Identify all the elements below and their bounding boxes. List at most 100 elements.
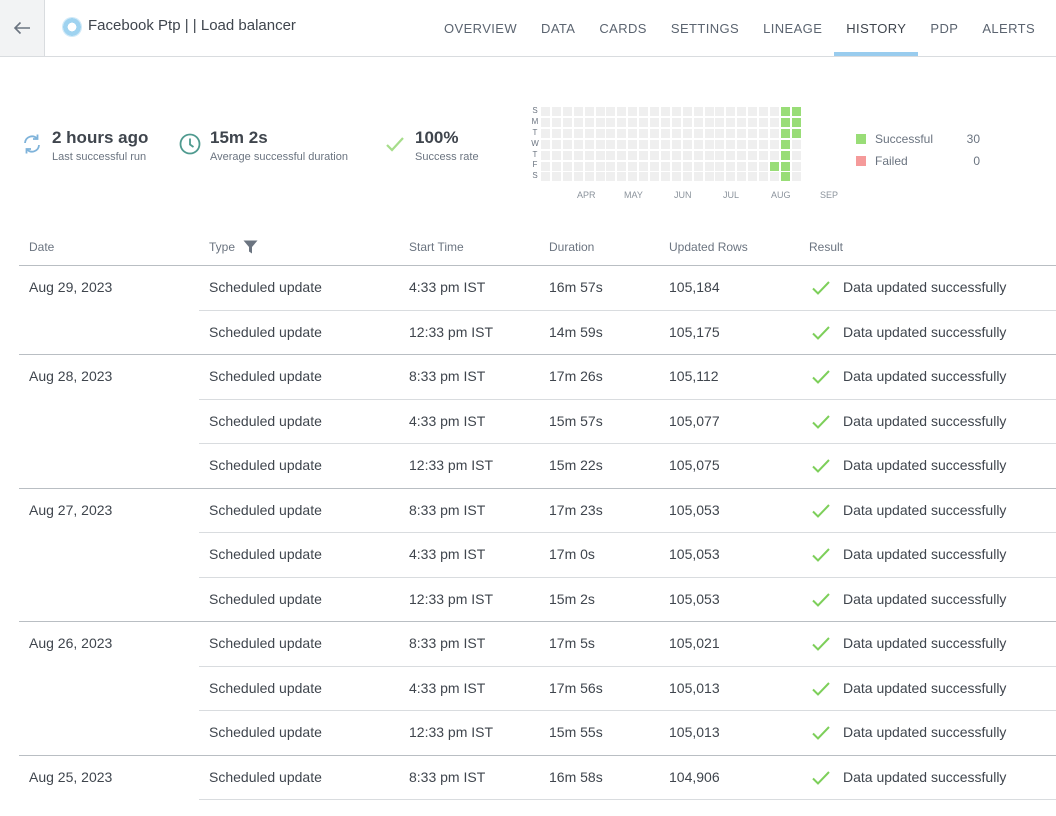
calendar-day[interactable] — [551, 139, 561, 149]
calendar-day[interactable] — [617, 172, 627, 182]
calendar-day[interactable] — [617, 128, 627, 138]
calendar-day[interactable] — [693, 128, 703, 138]
calendar-day[interactable] — [541, 117, 550, 127]
calendar-day[interactable] — [791, 139, 801, 149]
calendar-day[interactable] — [639, 139, 649, 149]
calendar-day[interactable] — [715, 128, 725, 138]
calendar-day[interactable] — [748, 150, 758, 160]
calendar-day[interactable] — [650, 128, 659, 138]
column-updated-rows[interactable]: Updated Rows — [669, 240, 748, 254]
calendar-day[interactable] — [748, 172, 758, 182]
calendar-day[interactable] — [704, 107, 714, 116]
calendar-day[interactable] — [737, 139, 747, 149]
calendar-day[interactable] — [650, 117, 659, 127]
calendar-day[interactable] — [551, 117, 561, 127]
calendar-day-success[interactable] — [791, 117, 801, 127]
calendar-day[interactable] — [562, 150, 572, 160]
table-row[interactable]: Scheduled update 4:33 pm IST 17m 56s 105,01… — [0, 667, 1056, 711]
tab-lineage[interactable]: LINEAGE — [751, 0, 834, 56]
calendar-day[interactable] — [639, 128, 649, 138]
calendar-day[interactable] — [541, 150, 550, 160]
calendar-day[interactable] — [584, 117, 594, 127]
calendar-day[interactable] — [541, 161, 550, 171]
calendar-day[interactable] — [682, 128, 692, 138]
calendar-day-success[interactable] — [791, 107, 801, 116]
calendar-day[interactable] — [791, 172, 801, 182]
calendar-day[interactable] — [584, 139, 594, 149]
calendar-day[interactable] — [660, 128, 670, 138]
table-row[interactable]: Scheduled update 12:33 pm IST 15m 55s 105,0… — [0, 711, 1056, 756]
calendar-day[interactable] — [541, 139, 550, 149]
calendar-day[interactable] — [671, 139, 681, 149]
calendar-day-success[interactable] — [780, 117, 790, 127]
calendar-day[interactable] — [737, 172, 747, 182]
calendar-day[interactable] — [671, 128, 681, 138]
calendar-day[interactable] — [748, 161, 758, 171]
tab-pdp[interactable]: PDP — [918, 0, 970, 56]
calendar-day[interactable] — [595, 150, 605, 160]
calendar-day[interactable] — [617, 150, 627, 160]
calendar-day[interactable] — [737, 161, 747, 171]
calendar-day[interactable] — [628, 107, 638, 116]
calendar-day[interactable] — [726, 107, 736, 116]
calendar-day[interactable] — [726, 172, 736, 182]
calendar-day[interactable] — [715, 139, 725, 149]
column-start-time[interactable]: Start Time — [409, 240, 464, 254]
calendar-day[interactable] — [595, 139, 605, 149]
table-row[interactable]: Aug 27, 2023 Scheduled update 8:33 pm IST 1… — [0, 489, 1056, 533]
calendar-day-success[interactable] — [791, 128, 801, 138]
calendar-day-success[interactable] — [780, 150, 790, 160]
calendar-day[interactable] — [769, 150, 779, 160]
calendar-day[interactable] — [726, 128, 736, 138]
calendar-day[interactable] — [759, 172, 768, 182]
calendar-day[interactable] — [769, 107, 779, 116]
calendar-day[interactable] — [541, 128, 550, 138]
calendar-day[interactable] — [660, 139, 670, 149]
calendar-day[interactable] — [715, 172, 725, 182]
table-row[interactable]: Aug 29, 2023 Scheduled update 4:33 pm IST 1… — [0, 266, 1056, 311]
calendar-day[interactable] — [704, 150, 714, 160]
calendar-day[interactable] — [704, 128, 714, 138]
calendar-day[interactable] — [584, 172, 594, 182]
calendar-day[interactable] — [551, 161, 561, 171]
calendar-day[interactable] — [715, 107, 725, 116]
calendar-day[interactable] — [562, 139, 572, 149]
calendar-day[interactable] — [671, 161, 681, 171]
calendar-day[interactable] — [682, 139, 692, 149]
calendar-day[interactable] — [759, 139, 768, 149]
calendar-day[interactable] — [726, 139, 736, 149]
calendar-day[interactable] — [617, 117, 627, 127]
calendar-day[interactable] — [791, 161, 801, 171]
calendar-day[interactable] — [617, 107, 627, 116]
calendar-day[interactable] — [759, 150, 768, 160]
calendar-day[interactable] — [595, 161, 605, 171]
calendar-day[interactable] — [748, 117, 758, 127]
calendar-day[interactable] — [551, 128, 561, 138]
calendar-day[interactable] — [562, 161, 572, 171]
calendar-day[interactable] — [759, 161, 768, 171]
calendar-day[interactable] — [573, 117, 583, 127]
calendar-day[interactable] — [650, 107, 659, 116]
tab-alerts[interactable]: ALERTS — [970, 0, 1047, 56]
table-row[interactable]: Aug 26, 2023 Scheduled update 8:33 pm IST 1… — [0, 622, 1056, 667]
calendar-day[interactable] — [737, 150, 747, 160]
calendar-day[interactable] — [726, 117, 736, 127]
calendar-day[interactable] — [737, 107, 747, 116]
calendar-day[interactable] — [628, 150, 638, 160]
table-row[interactable]: Aug 25, 2023 Scheduled update 8:33 pm IST 1… — [0, 756, 1056, 800]
calendar-day[interactable] — [748, 139, 758, 149]
calendar-day[interactable] — [584, 107, 594, 116]
calendar-day[interactable] — [715, 117, 725, 127]
calendar-day[interactable] — [682, 107, 692, 116]
calendar-day[interactable] — [704, 139, 714, 149]
calendar-day[interactable] — [704, 117, 714, 127]
table-row[interactable]: Scheduled update 12:33 pm IST 15m 22s 105,0… — [0, 444, 1056, 489]
calendar-day[interactable] — [682, 161, 692, 171]
calendar-day[interactable] — [660, 161, 670, 171]
calendar-day[interactable] — [737, 128, 747, 138]
calendar-day[interactable] — [660, 107, 670, 116]
calendar-day[interactable] — [704, 172, 714, 182]
calendar-day[interactable] — [606, 150, 616, 160]
calendar-day[interactable] — [660, 150, 670, 160]
calendar-day[interactable] — [737, 117, 747, 127]
